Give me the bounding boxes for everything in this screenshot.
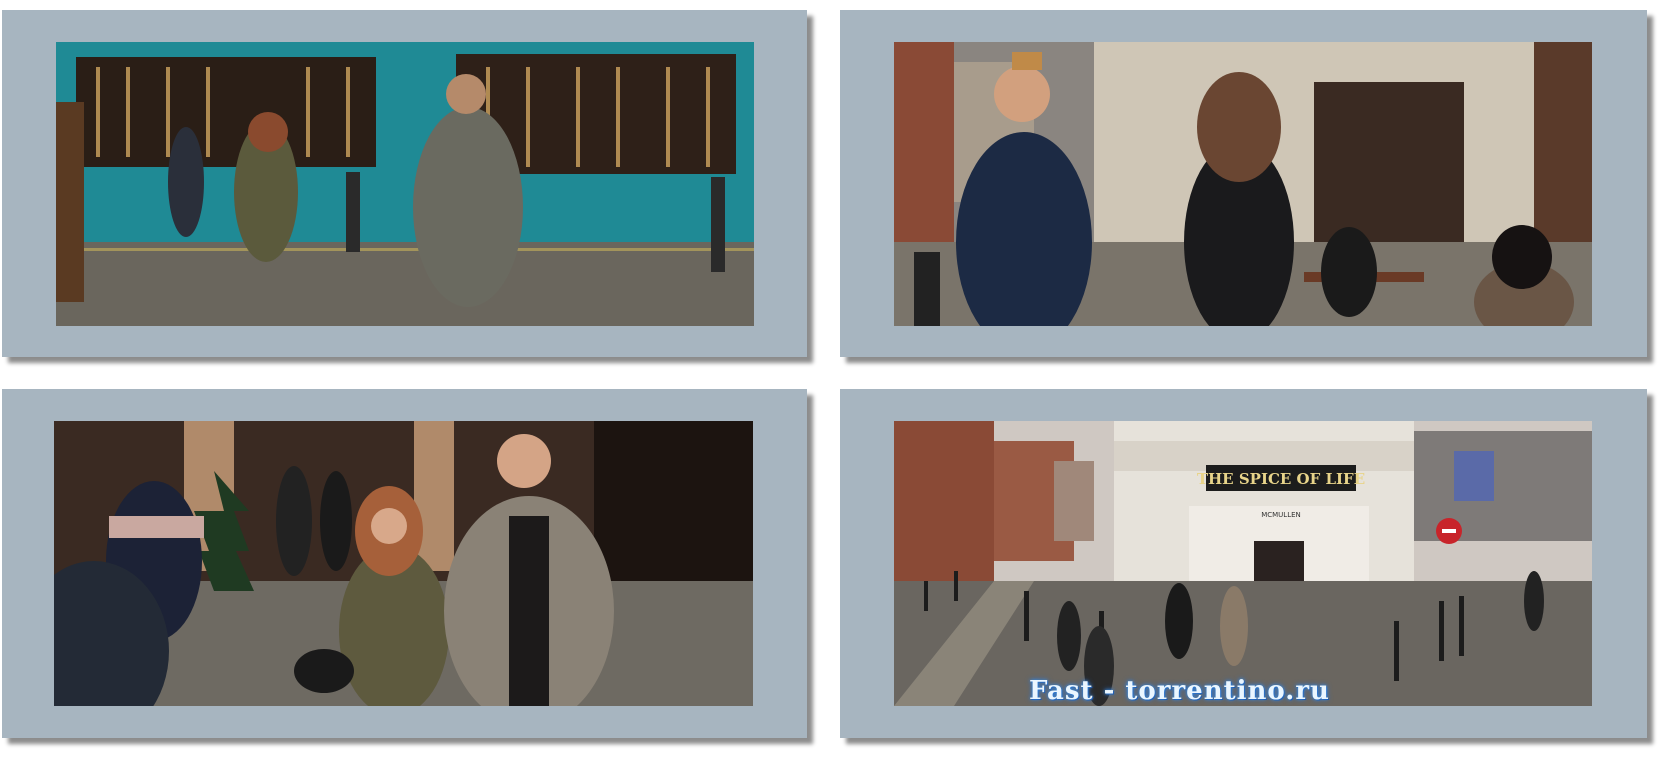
still-2-image [894, 42, 1592, 326]
still-frame-panel-2 [840, 10, 1647, 357]
movie-still-4: THE SPICE OF LIFE MCMULLEN [894, 421, 1592, 706]
still-1-image [56, 42, 754, 326]
movie-still-2 [894, 42, 1592, 326]
site-watermark: Fast - torrentino.ru [1029, 676, 1330, 706]
movie-still-1 [56, 42, 754, 326]
still-3-image [54, 421, 753, 706]
still-frame-panel-3 [2, 389, 807, 738]
still-4-image: THE SPICE OF LIFE MCMULLEN [894, 421, 1592, 706]
pub-sign-text: THE SPICE OF LIFE [1197, 470, 1365, 488]
movie-still-3 [54, 421, 753, 706]
pub-subsign-text: MCMULLEN [1261, 511, 1301, 519]
still-frame-panel-1 [2, 10, 807, 357]
